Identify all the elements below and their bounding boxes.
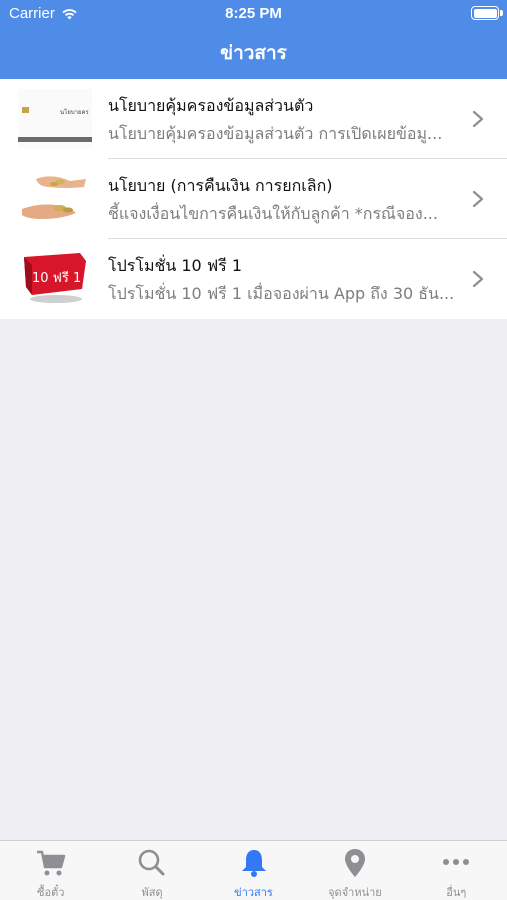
thumb-caption: 10 ฟรี 1 — [32, 270, 81, 286]
cart-icon — [36, 850, 65, 876]
news-subtitle: โปรโมชั่น 10 ฟรี 1 เมื่อจองผ่าน App ถึง … — [108, 284, 455, 303]
news-item-privacy[interactable]: นโยบายคร นโยบายคุ้มครองข้อมูลส่วนตัว นโย… — [0, 79, 507, 159]
tab-sales-point[interactable]: จุดจำหน่าย — [304, 841, 405, 900]
news-list: นโยบายคร นโยบายคุ้มครองข้อมูลส่วนตัว นโย… — [0, 79, 507, 319]
status-time: 8:25 PM — [225, 5, 282, 22]
tab-label: ซื้อตั๋ว — [37, 886, 65, 899]
tab-bar: ซื้อตั๋ว พัสดุ ข่าวสาร จุดจำหน่าย อื่นๆ — [0, 840, 507, 900]
header: Carrier 8:25 PM ข่าวสาร — [0, 0, 507, 79]
search-icon — [138, 849, 165, 876]
news-title: นโยบายคุ้มครองข้อมูลส่วนตัว — [108, 96, 314, 115]
battery-icon — [471, 6, 503, 20]
news-subtitle: นโยบายคุ้มครองข้อมูลส่วนตัว การเปิดเผยข้… — [108, 124, 443, 143]
tab-parcel[interactable]: พัสดุ — [101, 841, 202, 900]
tab-label: พัสดุ — [141, 886, 163, 899]
tab-news[interactable]: ข่าวสาร — [203, 841, 304, 900]
bell-icon — [241, 850, 266, 877]
thumb-caption: นโยบายคร — [60, 108, 90, 116]
status-bar: Carrier 8:25 PM — [0, 0, 507, 28]
news-title: โปรโมชั่น 10 ฟรี 1 — [108, 256, 242, 275]
chevron-right-icon — [472, 190, 484, 208]
news-item-refund-policy[interactable]: นโยบาย (การคืนเงิน การยกเลิก) ชี้แจงเงื่… — [0, 159, 507, 239]
news-title: นโยบาย (การคืนเงิน การยกเลิก) — [108, 176, 333, 195]
chevron-right-icon — [472, 270, 484, 288]
news-thumbnail: 10 ฟรี 1 — [18, 249, 92, 309]
tab-label: จุดจำหน่าย — [328, 886, 382, 899]
news-item-promotion[interactable]: 10 ฟรี 1 โปรโมชั่น 10 ฟรี 1 โปรโมชั่น 10… — [0, 239, 507, 319]
location-pin-icon — [344, 849, 365, 877]
tab-buy-ticket[interactable]: ซื้อตั๋ว — [0, 841, 101, 900]
page-title: ข่าวสาร — [220, 42, 287, 64]
news-thumbnail: นโยบายคร — [18, 89, 92, 149]
tab-label: ข่าวสาร — [234, 886, 273, 899]
news-thumbnail — [18, 169, 92, 229]
chevron-right-icon — [472, 110, 484, 128]
news-subtitle: ชี้แจงเงื่อนไขการคืนเงินให้กับลูกค้า *กร… — [108, 204, 438, 223]
more-icon — [443, 859, 470, 865]
tab-label: อื่นๆ — [446, 886, 467, 899]
tab-more[interactable]: อื่นๆ — [406, 841, 507, 900]
